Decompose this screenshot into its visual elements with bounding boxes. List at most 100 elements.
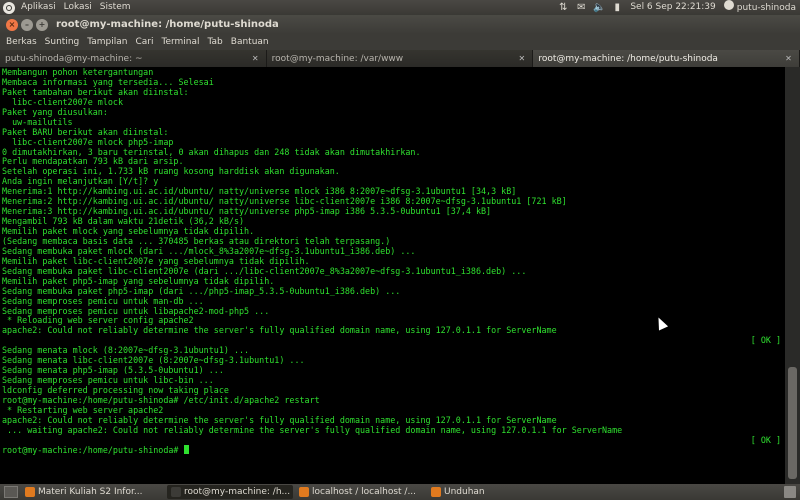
taskbar-item-terminal[interactable]: root@my-machine: /h... (167, 485, 293, 499)
terminal-line: Sedang menata php5-imap (5.3.5-0ubuntu1)… (0, 365, 785, 375)
bottom-taskbar: Materi Kuliah S2 Infor... root@my-machin… (0, 484, 800, 500)
close-icon[interactable]: ✕ (784, 54, 793, 63)
menu-bantuan[interactable]: Bantuan (227, 37, 273, 47)
window-titlebar[interactable]: × – + root@my-machine: /home/putu-shinod… (0, 15, 800, 34)
tab-label: putu-shinoda@my-machine: ~ (5, 53, 143, 64)
terminal-line-text: Mengambil 793 kB dalam waktu 21detik (36… (2, 216, 245, 227)
terminal-line: ... waiting apache2: Could not reliably … (0, 425, 785, 435)
window-title: root@my-machine: /home/putu-shinoda (56, 19, 279, 30)
terminal-line: uw-mailutils (0, 117, 785, 127)
terminal-line-text: root@my-machine:/home/putu-shinoda# (2, 444, 184, 455)
trash-icon[interactable] (784, 486, 796, 498)
terminal-icon (171, 487, 181, 497)
network-arrows-icon[interactable]: ⇅ (556, 2, 570, 13)
terminal-line-text: libc-client2007e mlock (2, 96, 124, 107)
terminal-line-text: Membangun pohon ketergantungan (2, 67, 154, 77)
menu-tampilan[interactable]: Tampilan (83, 37, 131, 47)
scrollbar-thumb[interactable] (788, 367, 797, 479)
menu-cari[interactable]: Cari (131, 37, 157, 47)
terminal-line-text: Sedang menata php5-imap (5.3.5-0ubuntu1)… (2, 365, 224, 376)
minimize-window-button[interactable]: – (21, 18, 33, 31)
menu-terminal[interactable]: Terminal (157, 37, 203, 47)
email-icon[interactable]: ✉ (574, 2, 588, 13)
terminal-line-text: Sedang membuka paket libc-client2007e (d… (2, 265, 527, 276)
taskbar-item-label: Materi Kuliah S2 Infor... (38, 487, 143, 497)
terminal-line: root@my-machine:/home/putu-shinoda# /etc… (0, 395, 785, 405)
taskbar-item-unduhan[interactable]: Unduhan (427, 485, 505, 499)
terminal-line-text: Memilih paket libc-client2007e yang sebe… (2, 255, 310, 266)
tab-label: root@my-machine: /var/www (271, 53, 404, 64)
terminal-line: Paket tambahan berikut akan diinstal: (0, 87, 785, 97)
taskbar-item-firefox-materi[interactable]: Materi Kuliah S2 Infor... (21, 485, 165, 499)
terminal-line: Sedang menata libc-client2007e (8:2007e~… (0, 355, 785, 365)
close-icon[interactable]: ✕ (517, 54, 526, 63)
menu-tab[interactable]: Tab (204, 37, 227, 47)
menu-sunting[interactable]: Sunting (41, 37, 84, 47)
terminal-line: Memilih paket libc-client2007e yang sebe… (0, 256, 785, 266)
tab-var-www[interactable]: root@my-machine: /var/www ✕ (266, 50, 534, 67)
menu-lokasi[interactable]: Lokasi (60, 0, 96, 15)
terminal-line: Membangun pohon ketergantungan (0, 67, 785, 77)
terminal-line-text: Sedang memproses pemicu untuk libapache2… (2, 305, 270, 316)
terminal-line-text: Sedang menata libc-client2007e (8:2007e~… (2, 355, 305, 366)
terminal-line: Anda ingin melanjutkan [Y/t]? y (0, 176, 785, 186)
terminal-line: Menerima:1 http://kambing.ui.ac.id/ubunt… (0, 186, 785, 196)
terminal-line-text: Menerima:2 http://kambing.ui.ac.id/ubunt… (2, 196, 567, 207)
terminal-line-text: * Reloading web server config apache2 (2, 315, 194, 326)
terminal-line: root@my-machine:/home/putu-shinoda# (0, 444, 785, 455)
terminal-line-text: libc-client2007e mlock php5-imap (2, 136, 174, 147)
user-icon (723, 0, 734, 10)
tab-root-home[interactable]: root@my-machine: /home/putu-shinoda ✕ (533, 50, 800, 67)
terminal-line-text: Sedang membuka paket mlock (dari .../mlo… (2, 245, 416, 256)
volume-icon[interactable]: 🔈 (592, 2, 606, 13)
terminal-line: libc-client2007e mlock (0, 97, 785, 107)
terminal-line-text: uw-mailutils (2, 116, 73, 127)
taskbar-item-firefox-localhost[interactable]: localhost / localhost /... (295, 485, 425, 499)
terminal-line: 0 dimutakhirkan, 3 baru terinstal, 0 aka… (0, 147, 785, 157)
terminal-cursor (183, 444, 189, 454)
taskbar-item-label: Unduhan (444, 487, 485, 497)
battery-icon[interactable]: ▮ (610, 2, 624, 13)
terminal-line: Perlu mendapatkan 793 kB dari arsip. (0, 156, 785, 166)
maximize-window-button[interactable]: + (36, 18, 48, 31)
terminal-line: Menerima:3 http://kambing.ui.ac.id/ubunt… (0, 206, 785, 216)
ubuntu-logo-icon[interactable] (3, 1, 15, 14)
terminal-line: apache2: Could not reliably determine th… (0, 415, 785, 425)
menu-berkas[interactable]: Berkas (0, 37, 41, 47)
terminal-line-text: root@my-machine:/home/putu-shinoda# /etc… (2, 394, 320, 405)
terminal-line-text: Sedang memproses pemicu untuk man-db ... (2, 295, 204, 306)
taskbar-item-label: root@my-machine: /h... (184, 487, 291, 497)
terminal-line: [ OK ] (0, 335, 785, 345)
terminal-line-text: Sedang memproses pemicu untuk libc-bin .… (2, 375, 214, 386)
terminal-line: Memilih paket php5-imap yang sebelumnya … (0, 276, 785, 286)
terminal-line: ldconfig deferred processing now taking … (0, 385, 785, 395)
terminal-line: Sedang membuka paket libc-client2007e (d… (0, 266, 785, 276)
terminal-line-text: ... waiting apache2: Could not reliably … (2, 424, 623, 435)
terminal-line-text: Setelah operasi ini, 1.733 kB ruang koso… (2, 166, 340, 177)
tab-home[interactable]: putu-shinoda@my-machine: ~ ✕ (0, 50, 267, 67)
terminal-scrollbar[interactable] (785, 67, 800, 484)
terminal-line: (Sedang membaca basis data ... 370485 be… (0, 236, 785, 246)
terminal-line-text: 0 dimutakhirkan, 3 baru terinstal, 0 aka… (2, 146, 421, 157)
terminal-line: Sedang menata mlock (8:2007e~dfsg-3.1ubu… (0, 345, 785, 355)
menu-aplikasi[interactable]: Aplikasi (17, 0, 60, 15)
terminal-line: Sedang memproses pemicu untuk man-db ... (0, 296, 785, 306)
show-desktop-icon[interactable] (4, 486, 18, 498)
terminal-menubar: Berkas Sunting Tampilan Cari Terminal Ta… (0, 34, 800, 50)
menu-sistem[interactable]: Sistem (96, 0, 135, 15)
terminal-line: Paket yang diusulkan: (0, 107, 785, 117)
terminal-line-text: Menerima:1 http://kambing.ui.ac.id/ubunt… (2, 186, 517, 197)
terminal-line-text: Paket tambahan berikut akan diinstal: (2, 86, 189, 97)
terminal-line: Sedang memproses pemicu untuk libapache2… (0, 306, 785, 316)
terminal-line: Sedang membuka paket mlock (dari .../mlo… (0, 246, 785, 256)
user-menu[interactable]: putu-shinoda (720, 0, 800, 16)
terminal-line: Setelah operasi ini, 1.733 kB ruang koso… (0, 166, 785, 176)
terminal-line: Sedang membuka paket php5-imap (dari ...… (0, 286, 785, 296)
close-window-button[interactable]: × (6, 18, 18, 31)
terminal-output[interactable]: Membangun pohon ketergantungan Membaca in… (0, 67, 785, 484)
clock[interactable]: Sel 6 Sep 22:21:39 (626, 0, 719, 15)
terminal-line-text: (Sedang membaca basis data ... 370485 be… (2, 235, 391, 246)
close-icon[interactable]: ✕ (251, 54, 260, 63)
terminal-line-text: apache2: Could not reliably determine th… (2, 414, 557, 425)
taskbar-item-label: localhost / localhost /... (312, 487, 417, 497)
